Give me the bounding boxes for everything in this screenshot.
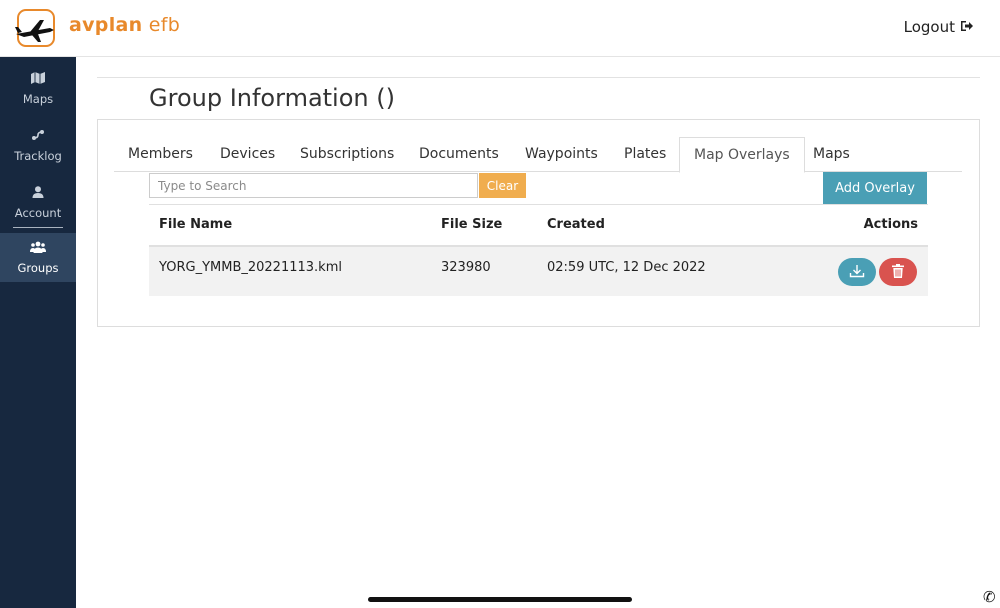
tab-bar: Members Devices Subscriptions Documents … bbox=[114, 137, 962, 173]
tab-devices[interactable]: Devices bbox=[206, 137, 289, 172]
sidebar-divider bbox=[13, 227, 63, 228]
column-header-created[interactable]: Created bbox=[547, 217, 605, 232]
cell-file-size: 323980 bbox=[441, 260, 491, 275]
tab-waypoints[interactable]: Waypoints bbox=[511, 137, 612, 172]
brand-name: avplan bbox=[69, 14, 143, 36]
column-header-file-name[interactable]: File Name bbox=[159, 217, 232, 232]
sidebar-item-label: Account bbox=[14, 205, 62, 220]
column-header-actions: Actions bbox=[863, 217, 918, 232]
sidebar-item-maps[interactable]: Maps bbox=[0, 62, 76, 114]
sidebar-item-tracklog[interactable]: Tracklog bbox=[0, 119, 76, 171]
trash-icon bbox=[892, 263, 904, 281]
home-indicator[interactable] bbox=[368, 597, 632, 602]
content-divider bbox=[97, 77, 980, 78]
top-bar: avplan efb Logout bbox=[0, 0, 1000, 57]
tracklog-icon bbox=[30, 128, 46, 142]
map-icon bbox=[30, 71, 46, 85]
download-button[interactable] bbox=[838, 258, 876, 286]
tab-map-overlays[interactable]: Map Overlays bbox=[679, 137, 805, 173]
tab-maps[interactable]: Maps bbox=[799, 137, 864, 172]
table-row: YORG_YMMB_20221113.kml 323980 02:59 UTC,… bbox=[149, 247, 928, 296]
add-overlay-button[interactable]: Add Overlay bbox=[823, 172, 927, 204]
column-header-file-size[interactable]: File Size bbox=[441, 217, 502, 232]
brand-wordmark: avplan efb bbox=[69, 14, 180, 36]
page-title: Group Information () bbox=[149, 84, 395, 112]
search-input[interactable] bbox=[149, 173, 478, 198]
sidebar-item-label: Maps bbox=[22, 91, 54, 106]
user-icon bbox=[30, 185, 46, 199]
logout-button[interactable]: Logout bbox=[904, 18, 974, 36]
sidebar-item-label: Groups bbox=[17, 261, 59, 275]
cell-created: 02:59 UTC, 12 Dec 2022 bbox=[547, 260, 706, 275]
users-icon bbox=[30, 240, 46, 254]
tab-documents[interactable]: Documents bbox=[405, 137, 513, 172]
phone-icon: ✆ bbox=[983, 588, 996, 606]
sign-out-icon bbox=[960, 18, 974, 36]
download-icon bbox=[849, 264, 865, 281]
cell-file-name: YORG_YMMB_20221113.kml bbox=[159, 260, 342, 275]
tab-plates[interactable]: Plates bbox=[610, 137, 680, 172]
table-header: File Name File Size Created Actions bbox=[149, 205, 928, 247]
logout-label: Logout bbox=[903, 18, 955, 36]
sidebar-item-account[interactable]: Account bbox=[0, 176, 76, 228]
clear-button[interactable]: Clear bbox=[479, 173, 526, 198]
brand-suffix: efb bbox=[142, 14, 181, 36]
sidebar-item-label: Tracklog bbox=[14, 148, 62, 163]
tab-members[interactable]: Members bbox=[114, 137, 207, 172]
sidebar-item-groups[interactable]: Groups bbox=[0, 233, 76, 282]
delete-button[interactable] bbox=[879, 258, 917, 286]
app-logo[interactable] bbox=[15, 9, 55, 47]
sidebar: Maps Tracklog Account Groups bbox=[0, 57, 76, 608]
tab-subscriptions[interactable]: Subscriptions bbox=[286, 137, 408, 172]
